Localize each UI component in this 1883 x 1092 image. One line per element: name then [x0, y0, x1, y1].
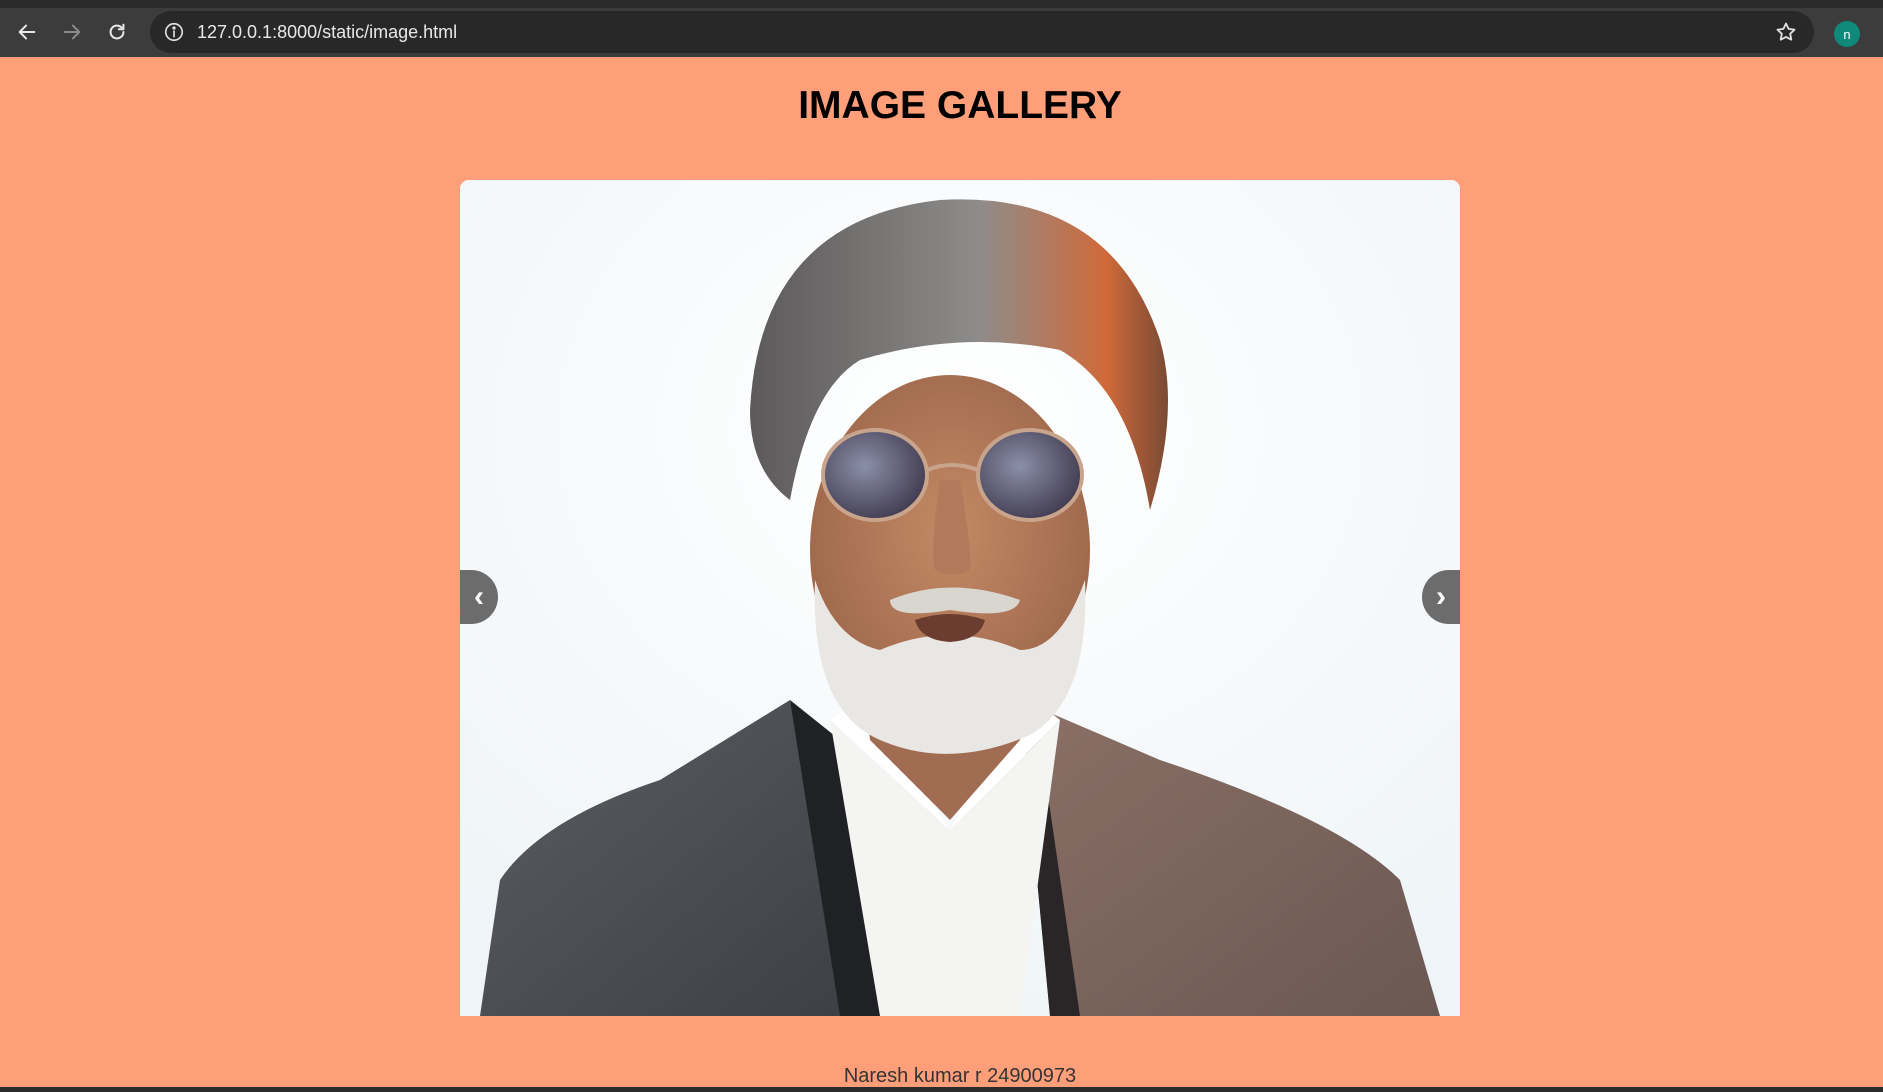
info-icon[interactable] — [162, 20, 186, 44]
page-title-wrap: IMAGE GALLERY — [0, 84, 1883, 128]
image-carousel: ‹ › — [460, 180, 1460, 1016]
forward-button[interactable] — [54, 14, 90, 50]
gallery-image — [460, 180, 1460, 1016]
reload-button[interactable] — [99, 14, 135, 50]
url-text[interactable]: 127.0.0.1:8000/static/image.html — [197, 22, 457, 43]
profile-avatar[interactable]: n — [1834, 21, 1860, 47]
arrow-right-icon — [63, 24, 81, 40]
browser-toolbar: 127.0.0.1:8000/static/image.html n — [0, 0, 1883, 57]
arrow-left-icon — [18, 24, 36, 40]
address-bar[interactable]: 127.0.0.1:8000/static/image.html — [150, 11, 1814, 53]
star-icon[interactable] — [1774, 20, 1798, 44]
window-bottom-edge — [0, 1087, 1883, 1092]
page-title: IMAGE GALLERY — [798, 84, 1122, 127]
footer-credit: Naresh kumar r 24900973 — [843, 1065, 1077, 1087]
reload-icon — [109, 23, 125, 40]
back-button[interactable] — [9, 14, 45, 50]
